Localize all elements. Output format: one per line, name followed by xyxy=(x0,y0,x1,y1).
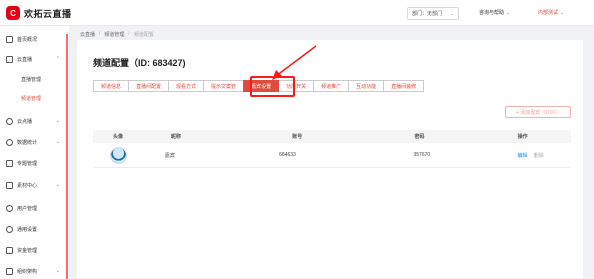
tab-interaction[interactable]: 互动功能 xyxy=(348,80,385,92)
tab-channel-info[interactable]: 频道信息 xyxy=(93,80,130,92)
topic-icon xyxy=(6,159,13,167)
chart-icon xyxy=(6,138,13,146)
edit-link[interactable]: 编辑 xyxy=(517,153,527,159)
table-header: 头像 昵称 账号 密码 操作 xyxy=(93,130,571,143)
tab-watch-mode[interactable]: 观看方式 xyxy=(168,80,205,92)
chevron-down-icon: ⌄ xyxy=(55,268,60,274)
sidebar-item-users[interactable]: 用户管理 xyxy=(6,202,66,214)
gear-icon xyxy=(6,225,13,233)
table-row: 嘉宾 684633 357670 编辑 删除 xyxy=(93,143,571,168)
sidebar-item-label: 资金管理 xyxy=(17,247,38,254)
sidebar-item-label: 专题管理 xyxy=(17,160,38,167)
department-select[interactable]: 部门：无部门 ⌄ xyxy=(407,7,459,20)
chevron-down-icon: ⌄ xyxy=(55,139,60,145)
breadcrumb-current: 频道配置 xyxy=(133,32,154,38)
user-menu[interactable]: 内部测试 ⌄ xyxy=(538,9,564,16)
folder-icon xyxy=(6,181,13,189)
chevron-down-icon: ⌄ xyxy=(55,118,60,124)
app-logo[interactable]: C 欢拓云直播 xyxy=(6,6,72,20)
org-icon xyxy=(6,267,13,275)
sidebar-item-label: 首页概况 xyxy=(17,36,38,43)
app-title: 欢拓云直播 xyxy=(24,8,72,19)
sidebar-item-label: 云直播 xyxy=(17,56,33,63)
annotation-arrow-icon xyxy=(272,45,317,80)
column-header-password: 密码 xyxy=(414,134,425,140)
breadcrumb: 云直播 / 频道管理 / 频道配置 xyxy=(80,31,154,38)
video-icon xyxy=(6,55,13,63)
cloud-icon xyxy=(6,117,13,125)
sidebar-subitem-live-manage[interactable]: 直播管理 xyxy=(21,76,41,83)
sidebar-item-live[interactable]: 云直播 ⌃ xyxy=(6,53,66,65)
tab-prompt-text[interactable]: 提示文案管 xyxy=(203,80,245,92)
chevron-down-icon: ⌄ xyxy=(449,10,454,17)
sidebar-item-vod[interactable]: 云点播 ⌄ xyxy=(6,115,66,127)
sidebar-item-label: 组织架构 xyxy=(17,268,38,275)
breadcrumb-separator: / xyxy=(128,31,130,37)
column-header-nickname: 昵称 xyxy=(170,134,181,140)
tab-room-config[interactable]: 直播间配置 xyxy=(128,80,170,92)
help-label: 咨询与帮助 xyxy=(479,10,505,16)
column-header-account: 账号 xyxy=(292,134,303,140)
sidebar-item-org[interactable]: 组织架构 ⌄ xyxy=(6,265,66,277)
sidebar-item-materials[interactable]: 素材中心 ⌄ xyxy=(6,179,66,191)
chevron-down-icon: ⌄ xyxy=(55,182,60,188)
sidebar-item-home[interactable]: 首页概况 xyxy=(6,33,66,45)
add-guest-button[interactable]: + 添加嘉宾（1/16） xyxy=(505,106,571,118)
page-title: 频道配置（ID: 683427) xyxy=(93,58,186,68)
avatar xyxy=(110,146,127,164)
sidebar-item-label: 数据统计 xyxy=(17,139,38,146)
breadcrumb-separator: / xyxy=(99,31,101,37)
actions-cell: 编辑 删除 xyxy=(517,152,571,159)
breadcrumb-item[interactable]: 频道管理 xyxy=(104,31,124,38)
chevron-down-icon: ⌄ xyxy=(506,10,511,16)
chevron-up-icon: ⌃ xyxy=(55,56,60,62)
department-label: 部门：无部门 xyxy=(412,11,443,17)
config-tabs: 频道信息 直播间配置 观看方式 提示文案管 嘉宾设置 功能开关 频道推广 互动功… xyxy=(93,80,425,92)
delete-link[interactable]: 删除 xyxy=(534,153,544,159)
sidebar-item-topics[interactable]: 专题管理 xyxy=(6,157,66,169)
user-icon xyxy=(6,204,13,212)
help-menu[interactable]: 咨询与帮助 ⌄ xyxy=(479,9,510,16)
sidebar-item-label: 素材中心 xyxy=(17,182,38,189)
nickname-cell: 嘉宾 xyxy=(164,152,175,159)
wallet-icon xyxy=(6,246,13,254)
sidebar-item-stats[interactable]: 数据统计 ⌄ xyxy=(6,136,66,148)
breadcrumb-item[interactable]: 云直播 xyxy=(80,31,95,38)
column-header-avatar: 头像 xyxy=(113,134,124,140)
sidebar-item-label: 通用设置 xyxy=(17,226,38,233)
sidebar-item-label: 用户管理 xyxy=(17,205,38,212)
sidebar-item-funds[interactable]: 资金管理 xyxy=(6,244,66,256)
sidebar-subitem-channel-manage[interactable]: 频道管理 xyxy=(21,95,41,102)
password-cell: 357670 xyxy=(413,152,431,158)
chevron-down-icon: ⌄ xyxy=(560,10,565,16)
sidebar-divider xyxy=(66,34,68,279)
tab-decoration[interactable]: 直播间装修 xyxy=(383,80,425,92)
home-icon xyxy=(6,35,13,43)
guest-table: 头像 昵称 账号 密码 操作 嘉宾 684633 357670 编辑 删除 xyxy=(93,130,571,168)
account-cell: 684633 xyxy=(279,152,296,158)
top-bar: C 欢拓云直播 部门：无部门 ⌄ 咨询与帮助 ⌄ 内部测试 ⌄ xyxy=(0,0,594,26)
user-label: 内部测试 xyxy=(538,10,559,16)
sidebar-item-settings[interactable]: 通用设置 xyxy=(6,223,66,235)
column-header-actions: 操作 xyxy=(517,134,528,140)
logo-icon: C xyxy=(6,6,20,20)
sidebar-item-label: 云点播 xyxy=(17,118,33,125)
avatar-cell xyxy=(93,146,138,164)
